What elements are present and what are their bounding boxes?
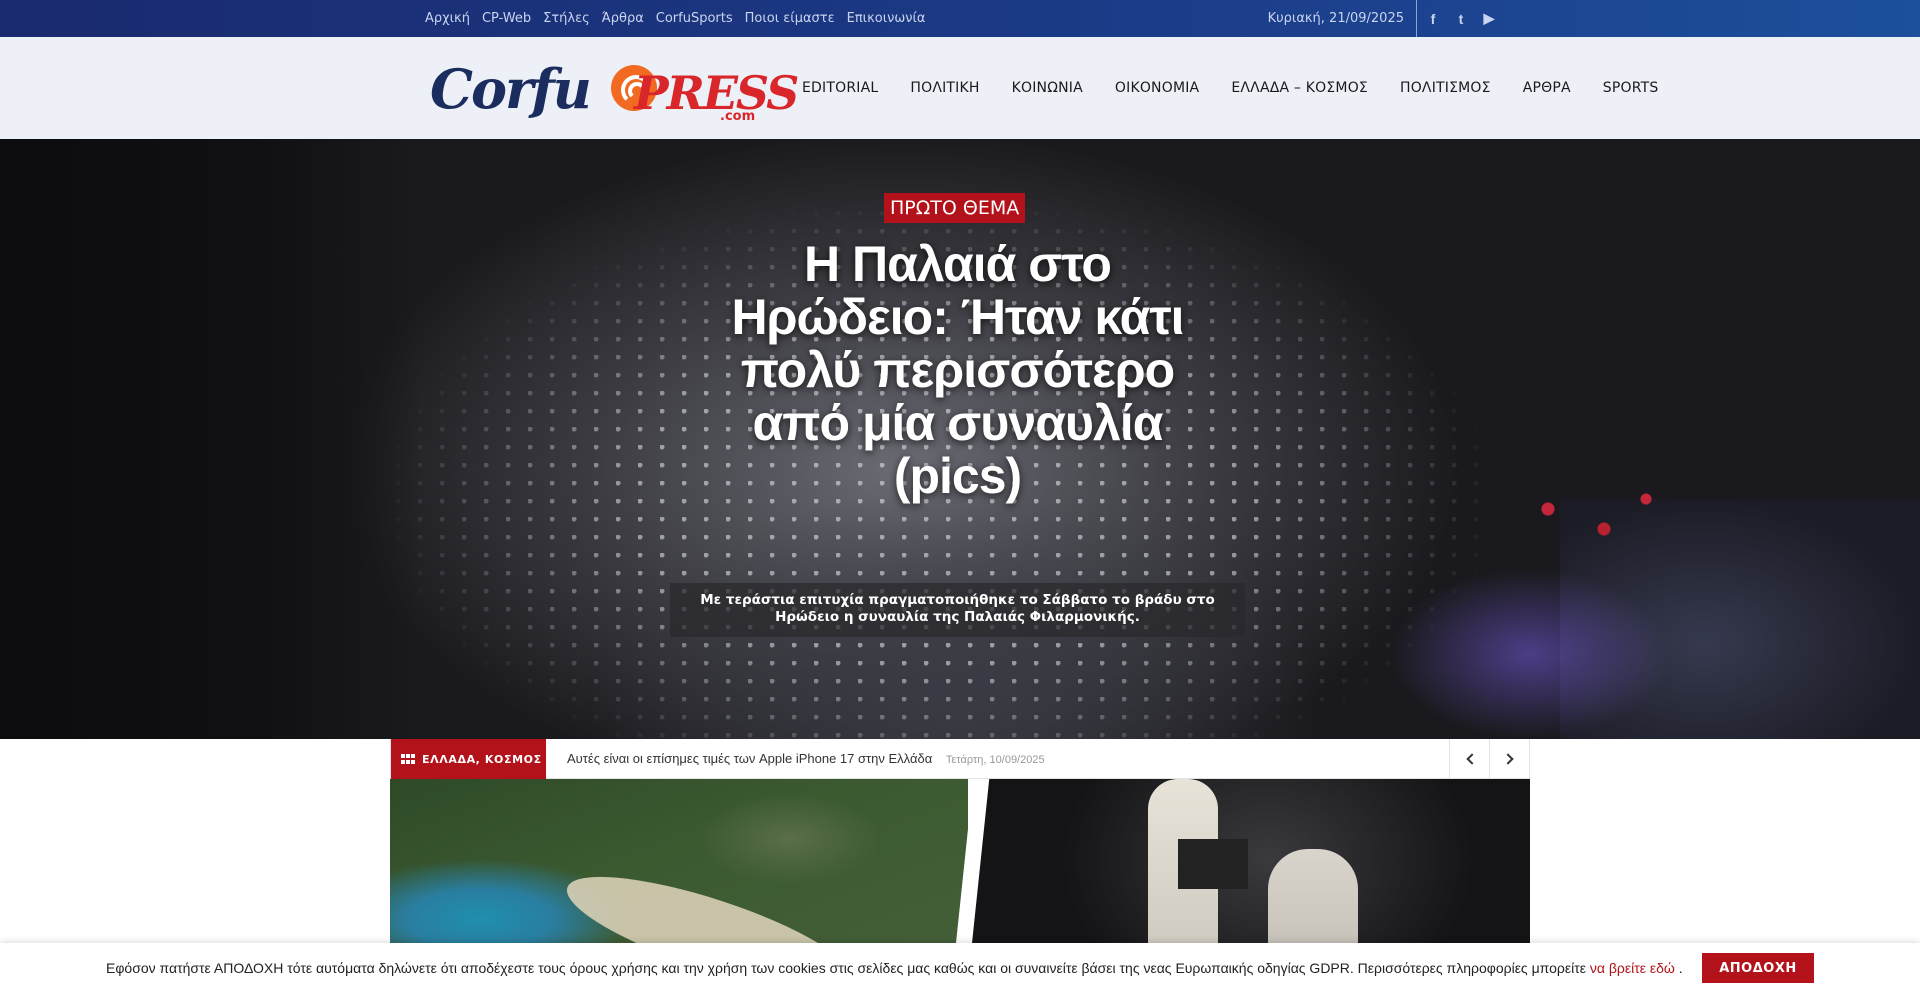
cookie-text: Εφόσον πατήστε ΑΠΟΔΟΧΗ τότε αυτόματα δηλ… xyxy=(106,960,1586,976)
top-link-articles[interactable]: Άρθρα xyxy=(602,11,644,26)
nav-society[interactable]: ΚΟΙΝΩΝΙΑ xyxy=(1012,80,1083,96)
top-link-home[interactable]: Αρχική xyxy=(425,11,470,26)
nav-sports[interactable]: SPORTS xyxy=(1603,80,1659,96)
ticker-controls xyxy=(1449,739,1529,779)
hero-headline[interactable]: Η Παλαιά στο Ηρώδειο: Ήταν κάτι πολύ περ… xyxy=(720,238,1195,503)
page: Αρχική CP-Web Στήλες Άρθρα CorfuSports Π… xyxy=(0,0,1920,993)
cookie-text-end: . xyxy=(1674,960,1683,976)
ticker-category[interactable]: ΕΛΛΑΔΑ, ΚΟΣΜΟΣ xyxy=(391,739,546,779)
logo-com-text: .com xyxy=(720,109,756,124)
site-logo[interactable]: Corfu PRESS .com xyxy=(430,57,799,124)
top-link-contact[interactable]: Επικοινωνία xyxy=(847,11,926,26)
main-nav: EDITORIAL ΠΟΛΙΤΙΚΗ ΚΟΙΝΩΝΙΑ ΟΙΚΟΝΟΜΙΑ ΕΛ… xyxy=(802,37,1658,139)
chevron-right-icon xyxy=(1501,753,1514,765)
ticker-category-label: ΕΛΛΑΔΑ, ΚΟΣΜΟΣ xyxy=(422,752,542,766)
top-bar: Αρχική CP-Web Στήλες Άρθρα CorfuSports Π… xyxy=(0,0,1920,37)
nav-editorial[interactable]: EDITORIAL xyxy=(802,80,878,96)
youtube-icon[interactable]: ▶ xyxy=(1482,10,1496,27)
ticker-prev-button[interactable] xyxy=(1449,739,1489,779)
top-link-corfusports[interactable]: CorfuSports xyxy=(656,11,733,26)
ticker-next-button[interactable] xyxy=(1489,739,1529,779)
top-links: Αρχική CP-Web Στήλες Άρθρα CorfuSports Π… xyxy=(425,0,925,37)
logo-press-text: PRESS xyxy=(634,66,799,120)
featured-badge[interactable]: ΠΡΩΤΟ ΘΕΜΑ xyxy=(884,193,1026,223)
topbar-divider xyxy=(1416,0,1417,37)
ticker-headline[interactable]: Αυτές είναι οι επίσημες τιμές των Apple … xyxy=(567,739,1045,779)
cookie-message: Εφόσον πατήστε ΑΠΟΔΟΧΗ τότε αυτόματα δηλ… xyxy=(106,943,1683,993)
nav-articles[interactable]: ΑΡΘΡΑ xyxy=(1523,80,1571,96)
grid-icon xyxy=(401,753,415,765)
nav-economy[interactable]: ΟΙΚΟΝΟΜΙΑ xyxy=(1115,80,1199,96)
top-link-columns[interactable]: Στήλες xyxy=(543,11,590,26)
hero-summary: Με τεράστια επιτυχία πραγματοποιήθηκε το… xyxy=(670,583,1245,637)
ticker-headline-text[interactable]: Αυτές είναι οι επίσημες τιμές των Apple … xyxy=(567,751,932,766)
nav-politics[interactable]: ΠΟΛΙΤΙΚΗ xyxy=(910,80,979,96)
twitter-icon[interactable]: t xyxy=(1454,11,1468,27)
facebook-icon[interactable]: f xyxy=(1426,11,1440,27)
top-link-cp-web[interactable]: CP-Web xyxy=(482,11,531,26)
cookie-banner: Εφόσον πατήστε ΑΠΟΔΟΧΗ τότε αυτόματα δηλ… xyxy=(0,943,1920,993)
news-ticker: ΕΛΛΑΔΑ, ΚΟΣΜΟΣ Αυτές είναι οι επίσημες τ… xyxy=(390,739,1530,779)
chevron-left-icon xyxy=(1465,753,1478,765)
cookie-more-link[interactable]: να βρείτε εδώ xyxy=(1590,960,1675,976)
current-date: Κυριακή, 21/09/2025 xyxy=(1267,11,1404,26)
nav-greece-world[interactable]: ΕΛΛΑΔΑ – ΚΟΣΜΟΣ xyxy=(1231,80,1368,96)
social-links: f t ▶ xyxy=(1426,0,1496,37)
accept-cookies-button[interactable]: ΑΠΟΔΟΧΗ xyxy=(1702,953,1814,983)
nav-culture[interactable]: ΠΟΛΙΤΙΣΜΟΣ xyxy=(1400,80,1491,96)
site-header: Corfu PRESS .com EDITORIAL ΠΟΛΙΤΙΚΗ ΚΟΙΝ… xyxy=(0,37,1920,139)
ticker-date: Τετάρτη, 10/09/2025 xyxy=(945,754,1045,766)
logo-corfu-text: Corfu xyxy=(430,57,592,121)
top-link-about[interactable]: Ποιοι είμαστε xyxy=(745,11,835,26)
